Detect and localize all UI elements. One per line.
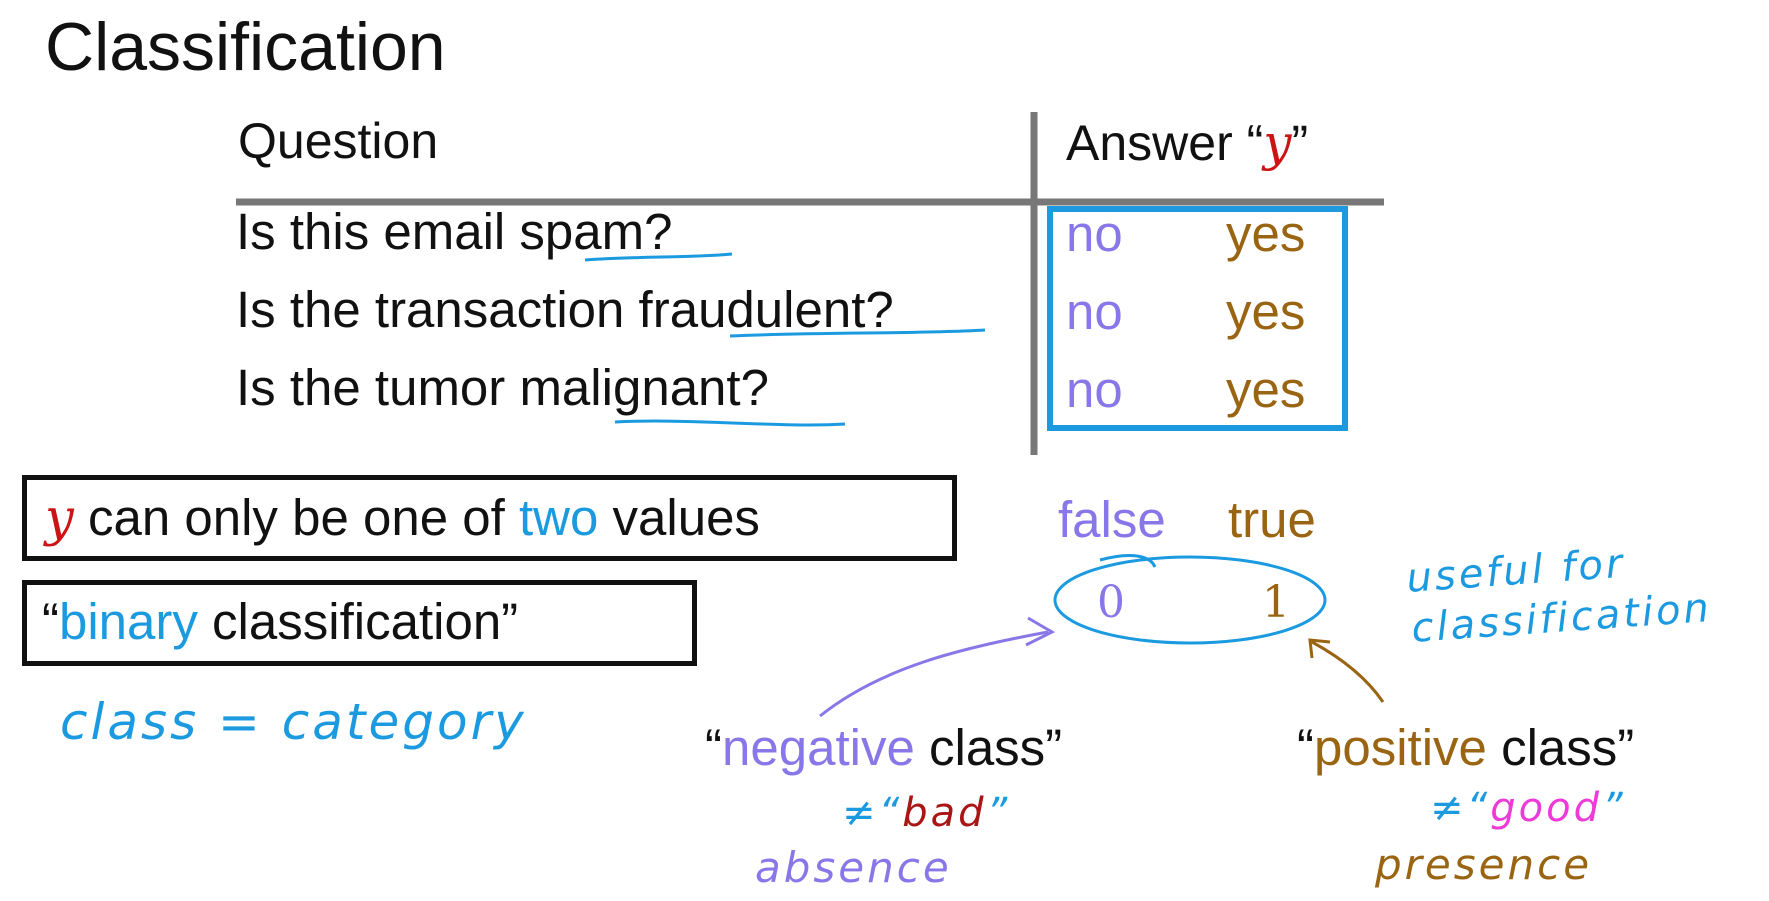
statement-end: values xyxy=(598,489,760,546)
negative-arrow xyxy=(819,630,1049,718)
not-bad-close-quote: ” xyxy=(986,790,1011,836)
answer-header-variable: y xyxy=(1263,114,1292,172)
table-row: Is the tumor malignant? xyxy=(236,358,769,417)
binary-classification-label: “binary classification” xyxy=(42,592,518,651)
answer-yes: yes xyxy=(1226,205,1306,262)
negative-arrowhead xyxy=(1025,616,1056,647)
not-good-close-quote: ” xyxy=(1601,785,1626,831)
absence-note: absence xyxy=(755,843,952,892)
positive-rest: class” xyxy=(1486,719,1635,776)
table-row: Is the transaction fraudulent? xyxy=(236,280,894,339)
not-bad-note: ≠“bad” xyxy=(842,790,1010,836)
answer-no: no xyxy=(1066,361,1123,418)
value-zero: 0 xyxy=(1097,577,1125,628)
answer-no: no xyxy=(1066,283,1123,340)
class-equals-category-note: class = category xyxy=(60,693,527,751)
not-good-open-quote: “ xyxy=(1466,785,1491,831)
binary-open-quote: “ xyxy=(42,593,59,650)
not-equal-symbol: ≠ xyxy=(1430,785,1467,831)
question-keyword: fraudulent xyxy=(638,281,866,338)
negative-class-label: “negative class” xyxy=(705,718,1062,777)
answer-header-prefix: Answer “ xyxy=(1066,115,1264,171)
question-mark: ? xyxy=(644,203,673,260)
not-bad-word: bad xyxy=(902,790,987,836)
not-equal-symbol: ≠ xyxy=(842,790,879,836)
not-good-note: ≠“good” xyxy=(1430,785,1626,831)
statement-highlight: two xyxy=(518,489,599,546)
positive-arrow xyxy=(1311,640,1385,703)
positive-class-label: “positive class” xyxy=(1297,718,1634,777)
presence-note: presence xyxy=(1375,840,1593,889)
true-label: true xyxy=(1228,491,1316,548)
binary-rest: classification” xyxy=(197,593,519,650)
table-row: Is this email spam? xyxy=(236,202,673,261)
statement-variable: y xyxy=(45,489,74,548)
answer-yes: yes xyxy=(1226,283,1306,340)
not-good-word: good xyxy=(1490,785,1602,831)
question-text: Is this email xyxy=(236,203,520,260)
two-values-statement: y can only be one of two values xyxy=(45,488,760,548)
binary-highlight: binary xyxy=(58,593,198,650)
question-text: Is the tumor xyxy=(236,359,520,416)
answer-no: no xyxy=(1066,205,1123,262)
negative-rest: class” xyxy=(914,719,1063,776)
question-mark: ? xyxy=(865,281,894,338)
answer-column-header: Answer “y” xyxy=(1066,114,1308,172)
answer-yes: yes xyxy=(1226,361,1306,418)
not-bad-open-quote: “ xyxy=(878,790,903,836)
negative-highlight: negative xyxy=(721,719,915,776)
question-mark: ? xyxy=(740,359,769,416)
positive-highlight: positive xyxy=(1313,719,1487,776)
false-label: false xyxy=(1058,491,1166,548)
value-one: 1 xyxy=(1262,577,1290,628)
positive-open-quote: “ xyxy=(1297,719,1314,776)
question-keyword: malignant xyxy=(519,359,741,416)
question-column-header: Question xyxy=(238,113,439,169)
answer-header-suffix: ” xyxy=(1291,115,1309,171)
question-keyword: spam xyxy=(519,203,645,260)
question-text: Is the transaction xyxy=(236,281,639,338)
underline-malignant xyxy=(614,419,846,427)
statement-text: can only be one of xyxy=(73,489,519,546)
negative-open-quote: “ xyxy=(705,719,722,776)
